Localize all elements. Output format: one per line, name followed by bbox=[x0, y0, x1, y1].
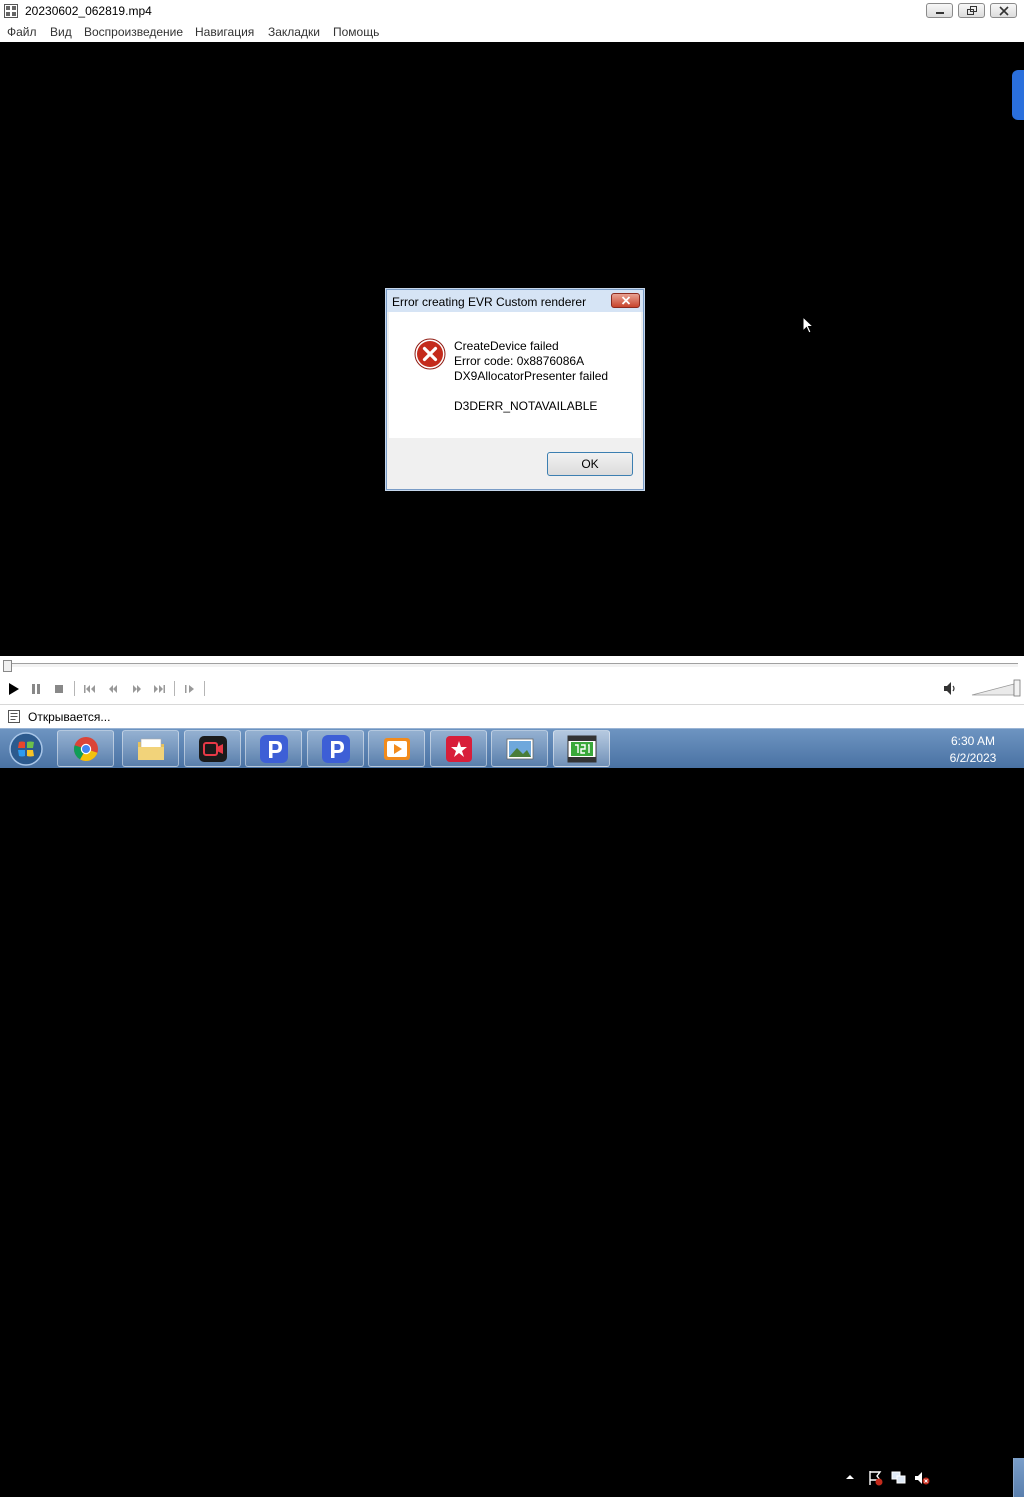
seek-handle[interactable] bbox=[3, 660, 12, 672]
taskbar-video-player[interactable] bbox=[368, 730, 425, 767]
menu-favorites[interactable]: Закладки bbox=[268, 25, 320, 39]
play-button[interactable] bbox=[6, 681, 22, 697]
dialog-title-bar[interactable]: Error creating EVR Custom renderer bbox=[387, 290, 643, 312]
message-line: CreateDevice failed bbox=[454, 339, 559, 353]
separator bbox=[74, 681, 75, 696]
video-player-icon bbox=[384, 738, 410, 760]
menu-view[interactable]: Вид bbox=[50, 25, 72, 39]
next-icon bbox=[154, 685, 165, 693]
side-panel-tab[interactable] bbox=[1012, 70, 1024, 120]
next-button[interactable] bbox=[151, 681, 167, 697]
dialog-body: CreateDevice failed Error code: 0x887608… bbox=[389, 312, 641, 438]
close-button[interactable] bbox=[990, 3, 1017, 18]
message-line: Error code: 0x8876086A bbox=[454, 354, 585, 368]
stop-icon bbox=[55, 685, 63, 693]
photo-viewer-icon bbox=[506, 738, 534, 760]
restore-button[interactable] bbox=[958, 3, 985, 18]
menu-play[interactable]: Воспроизведение bbox=[84, 25, 183, 39]
network-icon[interactable] bbox=[891, 1470, 907, 1486]
rewind-button[interactable] bbox=[105, 681, 121, 697]
separator bbox=[174, 681, 175, 696]
taskbar-p-app-1[interactable] bbox=[245, 730, 302, 767]
menu-help[interactable]: Помощь bbox=[333, 25, 379, 39]
pause-button[interactable] bbox=[28, 681, 44, 697]
stop-button[interactable] bbox=[51, 681, 67, 697]
previous-icon bbox=[84, 685, 95, 693]
close-icon bbox=[999, 6, 1009, 16]
volume-icon[interactable] bbox=[942, 680, 958, 697]
taskbar-video-editor[interactable] bbox=[430, 730, 487, 767]
pause-icon bbox=[32, 684, 40, 694]
close-icon bbox=[621, 296, 631, 305]
chrome-icon bbox=[74, 737, 98, 761]
previous-button[interactable] bbox=[82, 681, 98, 697]
fast-forward-button[interactable] bbox=[129, 681, 145, 697]
volume-muted-icon[interactable] bbox=[914, 1470, 930, 1486]
taskbar bbox=[0, 728, 1024, 1497]
dialog-title: Error creating EVR Custom renderer bbox=[392, 295, 587, 309]
show-desktop-button[interactable] bbox=[1013, 1458, 1024, 1497]
window-title: 20230602_062819.mp4 bbox=[25, 4, 152, 18]
mouse-cursor-icon bbox=[802, 316, 815, 334]
message-line bbox=[454, 384, 608, 399]
taskbar-media-player-classic[interactable] bbox=[553, 730, 610, 767]
media-player-classic-icon bbox=[567, 735, 597, 763]
volume-slider[interactable] bbox=[970, 678, 1022, 698]
dialog-message: CreateDevice failed Error code: 0x887608… bbox=[454, 339, 608, 414]
video-editor-icon bbox=[446, 736, 472, 762]
action-center-icon[interactable] bbox=[867, 1470, 883, 1486]
status-bar: Открывается... bbox=[0, 704, 1024, 728]
system-clock[interactable]: 6:30 AM 6/2/2023 bbox=[940, 733, 1006, 767]
taskbar-screen-recorder[interactable] bbox=[184, 730, 241, 767]
ok-button[interactable]: OK bbox=[547, 452, 633, 476]
clock-time: 6:30 AM bbox=[950, 734, 996, 748]
restore-icon bbox=[967, 6, 977, 15]
status-text: Открывается... bbox=[28, 710, 111, 724]
taskbar-p-app-2[interactable] bbox=[307, 730, 364, 767]
fast-forward-icon bbox=[133, 685, 141, 693]
menu-navigate[interactable]: Навигация bbox=[195, 25, 254, 39]
error-dialog: Error creating EVR Custom renderer Creat… bbox=[386, 289, 644, 490]
clock-date: 6/2/2023 bbox=[949, 751, 997, 765]
separator bbox=[204, 681, 205, 696]
dialog-close-button[interactable] bbox=[611, 293, 640, 308]
taskbar-photo-viewer[interactable] bbox=[491, 730, 548, 767]
message-line: D3DERR_NOTAVAILABLE bbox=[454, 399, 598, 413]
taskbar-file-explorer[interactable] bbox=[122, 730, 179, 767]
error-icon bbox=[414, 338, 446, 370]
menu-bar: Файл Вид Воспроизведение Навигация Закла… bbox=[0, 22, 1024, 42]
window-title-bar[interactable]: 20230602_062819.mp4 bbox=[0, 0, 1024, 23]
menu-file[interactable]: Файл bbox=[7, 25, 37, 39]
taskbar-chrome[interactable] bbox=[57, 730, 114, 767]
minimize-button[interactable] bbox=[926, 3, 953, 18]
show-hidden-icons-icon[interactable] bbox=[844, 1473, 856, 1481]
screen-recorder-icon bbox=[199, 736, 227, 762]
start-button[interactable] bbox=[5, 731, 47, 767]
frame-step-button[interactable] bbox=[182, 681, 198, 697]
minimize-icon bbox=[936, 12, 944, 14]
folder-icon bbox=[138, 738, 164, 760]
rewind-icon bbox=[109, 685, 117, 693]
media-player-app-icon bbox=[4, 4, 18, 18]
seek-bar[interactable] bbox=[6, 663, 1018, 668]
frame-step-icon bbox=[185, 685, 194, 693]
play-icon bbox=[9, 683, 19, 695]
p-app-icon bbox=[322, 735, 350, 763]
message-line: DX9AllocatorPresenter failed bbox=[454, 369, 609, 383]
file-icon bbox=[8, 710, 20, 723]
p-app-icon bbox=[260, 735, 288, 763]
